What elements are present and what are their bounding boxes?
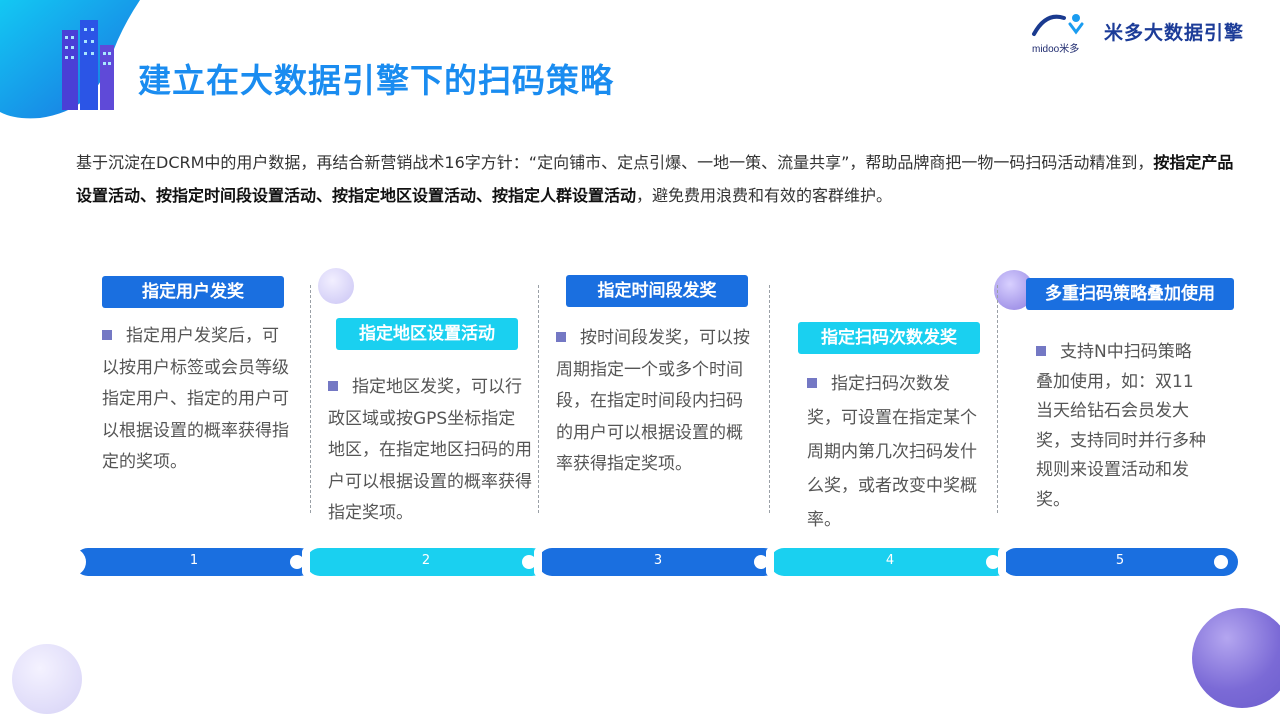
logo-wordmark-en: midoo米多 <box>1032 44 1080 55</box>
corner-decoration <box>0 0 140 119</box>
step-3-label: 指定时间段发奖 <box>566 275 748 307</box>
column-divider <box>310 285 311 513</box>
step-5-number: 5 <box>1115 553 1125 568</box>
bullet-square <box>556 332 566 342</box>
bubble-decoration <box>318 268 354 304</box>
step-3-number: 3 <box>653 553 663 568</box>
step-2-desc: 指定地区发奖，可以行政区域或按GPS坐标指定地区，在指定地区扫码的用户可以根据设… <box>328 377 532 523</box>
bullet-square <box>1036 346 1046 356</box>
step-5-segment: 5 <box>998 548 1238 576</box>
segment-dot <box>1214 555 1228 569</box>
step-1-desc: 指定用户发奖后，可以按用户标签或会员等级指定用户、指定的用户可以根据设置的概率获… <box>102 326 289 472</box>
step-3-desc: 按时间段发奖，可以按周期指定一个或多个时间段，在指定时间段内扫码的用户可以根据设… <box>556 328 750 474</box>
step-3-segment: 3 <box>534 548 778 576</box>
brand-logo: midoo米多 米多大数据引擎 <box>1030 10 1270 55</box>
intro-text-2: ，避免费用浪费和有效的客群维护。 <box>636 186 893 205</box>
midoo-logo-icon <box>1032 14 1084 36</box>
intro-text-1: 基于沉淀在DCRM中的用户数据，再结合新营销战术16字方针：“定向铺市、定点引爆… <box>76 153 1154 172</box>
intro-paragraph: 基于沉淀在DCRM中的用户数据，再结合新营销战术16字方针：“定向铺市、定点引爆… <box>76 146 1236 212</box>
column-divider <box>769 285 770 513</box>
step-4-desc: 指定扫码次数发奖，可设置在指定某个周期内第几次扫码发什么奖，或者改变中奖概率。 <box>807 374 977 530</box>
step-2-label: 指定地区设置活动 <box>336 318 518 350</box>
step-4-segment: 4 <box>766 548 1010 576</box>
step-5-label: 多重扫码策略叠加使用 <box>1026 278 1234 310</box>
step-1-label: 指定用户发奖 <box>102 276 284 308</box>
step-4-number: 4 <box>885 553 895 568</box>
step-2-number: 2 <box>421 553 431 568</box>
bullet-square <box>102 330 112 340</box>
page-title: 建立在大数据引擎下的扫码策略 <box>138 61 614 100</box>
bubble-decoration <box>12 644 82 714</box>
column-divider <box>538 285 539 513</box>
bullet-square <box>328 381 338 391</box>
logo-wordmark-cn: 米多大数据引擎 <box>1104 22 1245 44</box>
step-1-segment: 1 <box>74 548 314 576</box>
bubble-decoration <box>1192 608 1280 708</box>
step-5-desc: 支持N中扫码策略叠加使用，如：双11当天给钻石会员发大奖，支持同时并行多种规则来… <box>1036 342 1206 510</box>
step-4-label: 指定扫码次数发奖 <box>798 322 980 354</box>
step-1-number: 1 <box>189 553 199 568</box>
step-2-segment: 2 <box>302 548 546 576</box>
column-divider <box>997 285 998 513</box>
bullet-square <box>807 378 817 388</box>
